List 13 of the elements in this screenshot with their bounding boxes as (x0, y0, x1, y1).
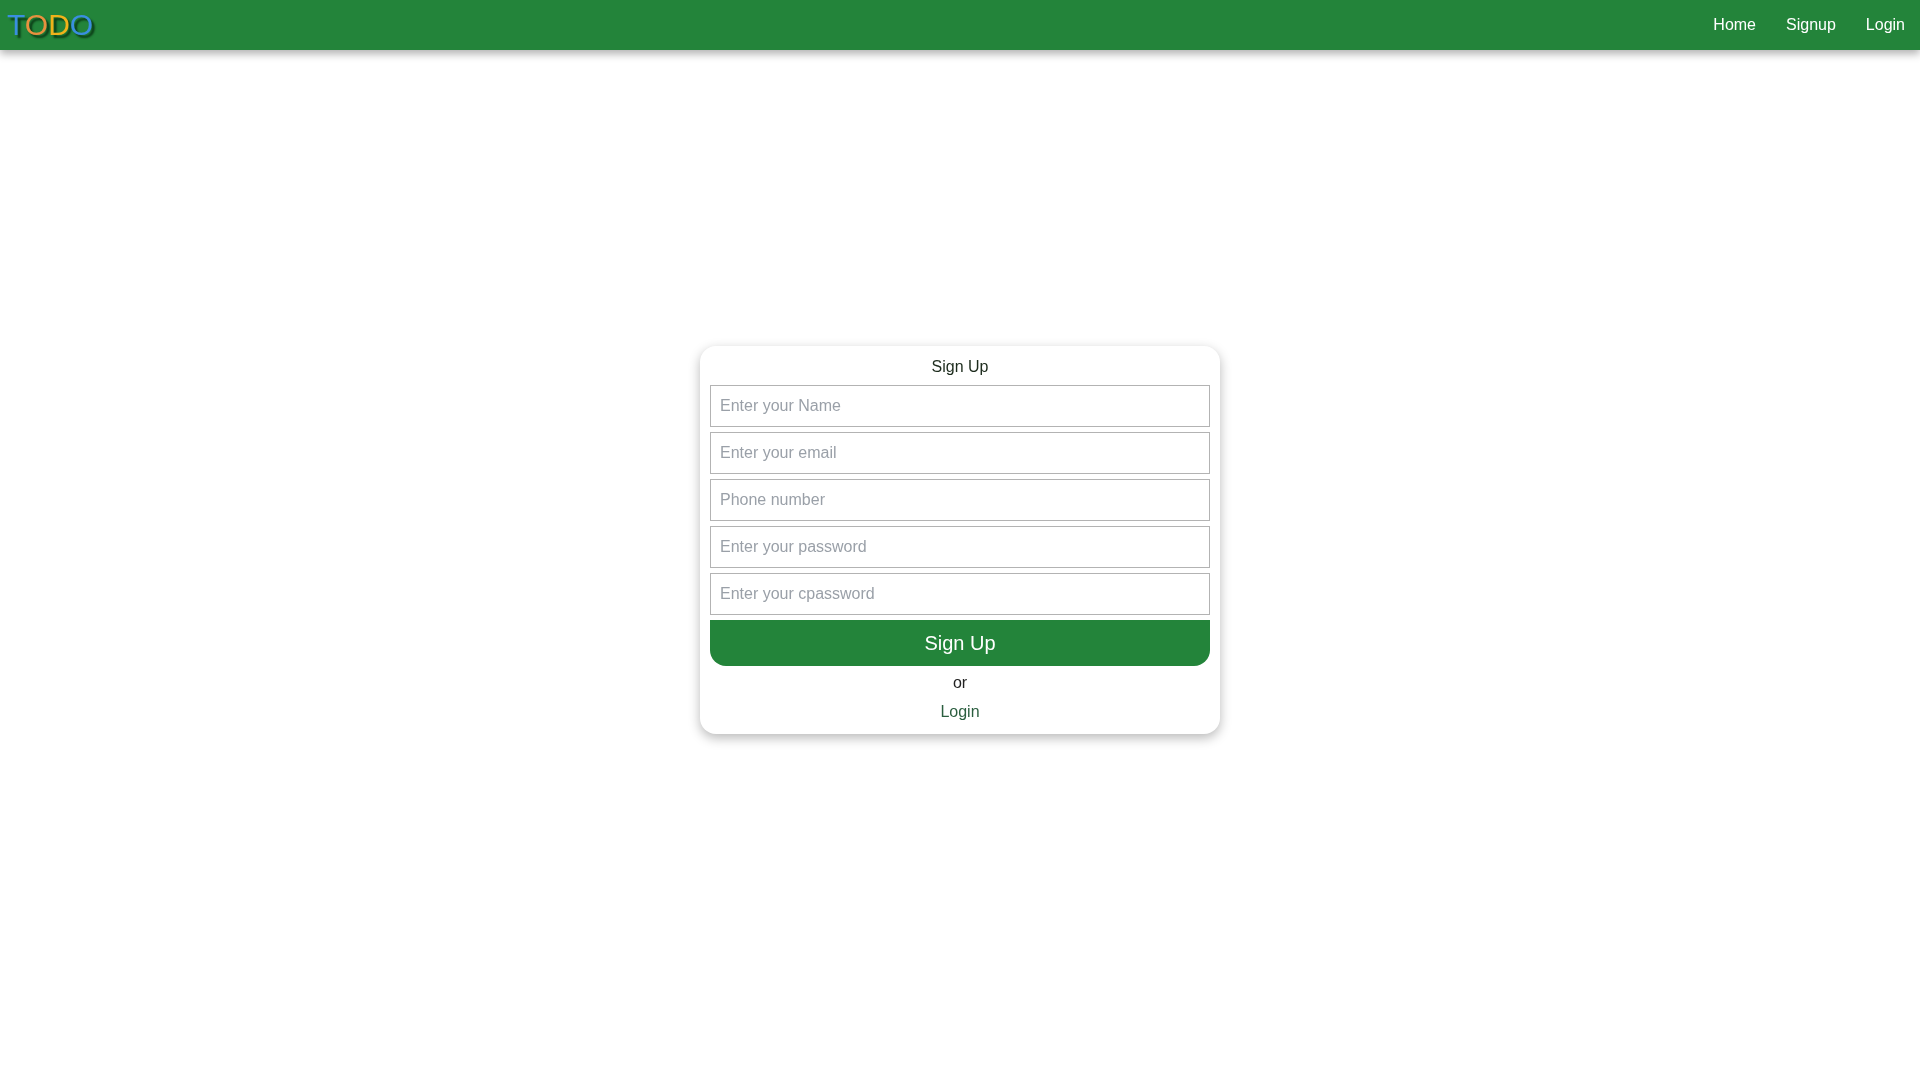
input-field[interactable]: Enter your Name (710, 385, 1210, 427)
sign-up-button[interactable]: Sign Up (710, 620, 1210, 666)
login-link[interactable]: Login (940, 701, 980, 723)
input-field[interactable]: Enter your password (710, 526, 1210, 568)
nav-link[interactable]: Signup (1786, 14, 1836, 36)
input-field[interactable]: Enter your cpassword (710, 573, 1210, 615)
separator-text: or (952, 673, 968, 693)
form-title: Sign Up (931, 357, 989, 377)
logo[interactable]: TODO (7, 7, 94, 43)
input-field[interactable]: Phone number (710, 479, 1210, 521)
nav-link[interactable]: Home (1713, 14, 1756, 36)
input-field[interactable]: Enter your email (710, 432, 1210, 474)
nav-link[interactable]: Login (1865, 14, 1905, 36)
